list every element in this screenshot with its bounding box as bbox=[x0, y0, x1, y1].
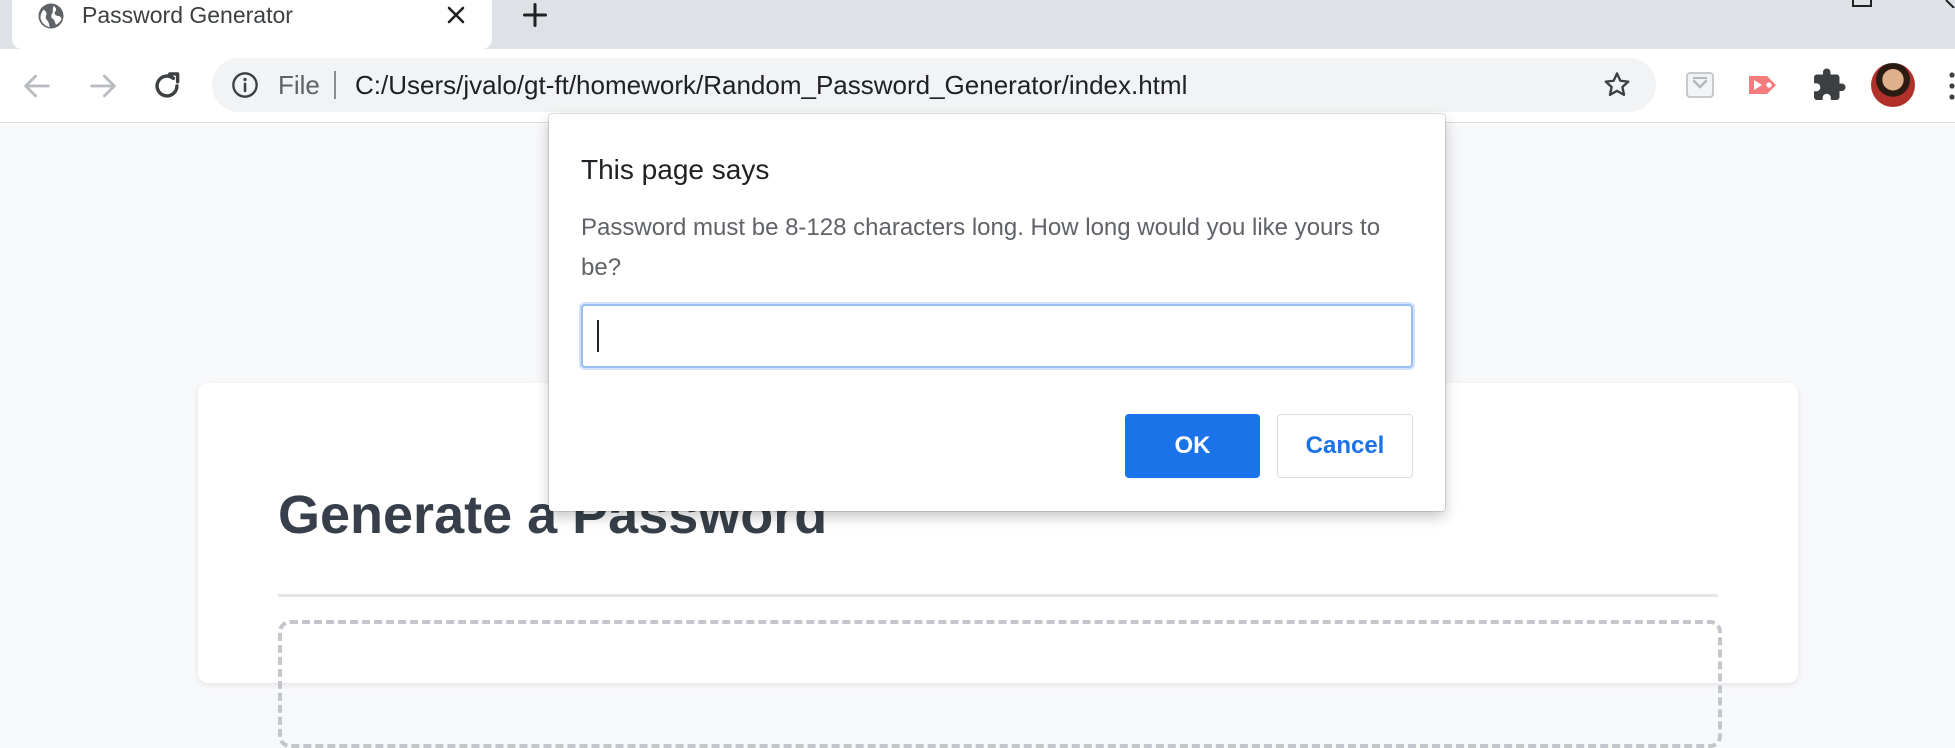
url-text[interactable]: C:/Users/jvalo/gt-ft/homework/Random_Pas… bbox=[355, 70, 1187, 100]
star-icon[interactable] bbox=[1602, 70, 1632, 100]
info-icon[interactable] bbox=[231, 71, 259, 99]
divider bbox=[278, 594, 1718, 597]
arrow-left-icon[interactable] bbox=[20, 69, 54, 103]
plus-icon[interactable] bbox=[521, 1, 549, 29]
browser-tab[interactable]: Password Generator bbox=[12, 0, 492, 49]
reload-icon[interactable] bbox=[150, 69, 184, 103]
more-vert-icon[interactable] bbox=[1946, 71, 1955, 101]
cast-icon[interactable] bbox=[1745, 67, 1781, 103]
tab-strip: Password Generator bbox=[0, 0, 1955, 49]
avatar[interactable] bbox=[1871, 63, 1915, 107]
puzzle-icon[interactable] bbox=[1811, 67, 1847, 103]
globe-icon bbox=[38, 3, 64, 29]
password-output[interactable] bbox=[278, 620, 1722, 748]
close-icon[interactable] bbox=[444, 3, 468, 27]
pocket-icon[interactable] bbox=[1682, 67, 1718, 103]
scheme-label: File bbox=[278, 70, 320, 100]
prompt-dialog: This page says Password must be 8-128 ch… bbox=[549, 114, 1445, 511]
dialog-title: This page says bbox=[581, 154, 770, 185]
text-caret bbox=[597, 320, 599, 352]
arrow-right-icon[interactable] bbox=[86, 69, 120, 103]
cancel-button[interactable]: Cancel bbox=[1277, 414, 1413, 478]
browser-toolbar: File C:/Users/jvalo/gt-ft/homework/Rando… bbox=[0, 49, 1955, 123]
address-bar[interactable]: File C:/Users/jvalo/gt-ft/homework/Rando… bbox=[212, 58, 1656, 112]
ok-button[interactable]: OK bbox=[1125, 414, 1260, 478]
password-length-input[interactable] bbox=[581, 304, 1413, 368]
window-close-icon[interactable] bbox=[1936, 0, 1955, 8]
window-restore-icon[interactable] bbox=[1852, 0, 1872, 8]
tab-title: Password Generator bbox=[82, 2, 293, 28]
omnibox-separator bbox=[334, 71, 336, 99]
dialog-message: Password must be 8-128 characters long. … bbox=[581, 214, 1381, 281]
